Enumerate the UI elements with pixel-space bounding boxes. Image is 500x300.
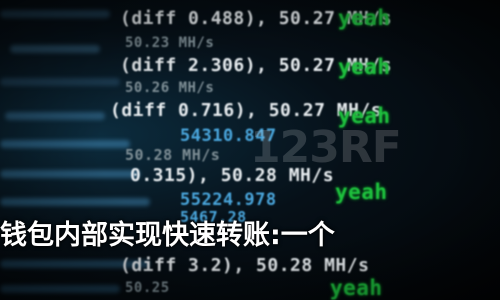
log-line: 50.25 [125,280,170,296]
blurred-text-streak [5,112,105,120]
blurred-text-streak [0,198,150,206]
status-badge: yeah [335,180,388,204]
status-badge: yeah [330,276,383,300]
blurred-text-streak [0,78,120,86]
blurred-text-streak [0,170,140,178]
caption-title: 钱包内部实现快速转账:一个 [0,220,335,251]
log-line: 50.28 MH/s [125,146,221,164]
terminal-screen: (diff 0.488), 50.27 MH/s yeah 50.23 MH/s… [0,0,500,300]
blurred-text-streak [10,45,100,53]
log-line: 50.26 MH/s [125,80,215,96]
log-line: 55224.978 [180,190,277,210]
blurred-text-streak [0,10,110,18]
log-line: 50.23 MH/s [125,35,215,51]
status-badge: yeah [338,55,391,79]
blurred-text-streak [0,285,120,293]
watermark: 123RF [250,122,402,173]
blurred-text-streak [0,140,130,148]
log-line: (diff 3.2), 50.28 MH/s [120,255,370,276]
status-badge: yeah [338,6,391,30]
